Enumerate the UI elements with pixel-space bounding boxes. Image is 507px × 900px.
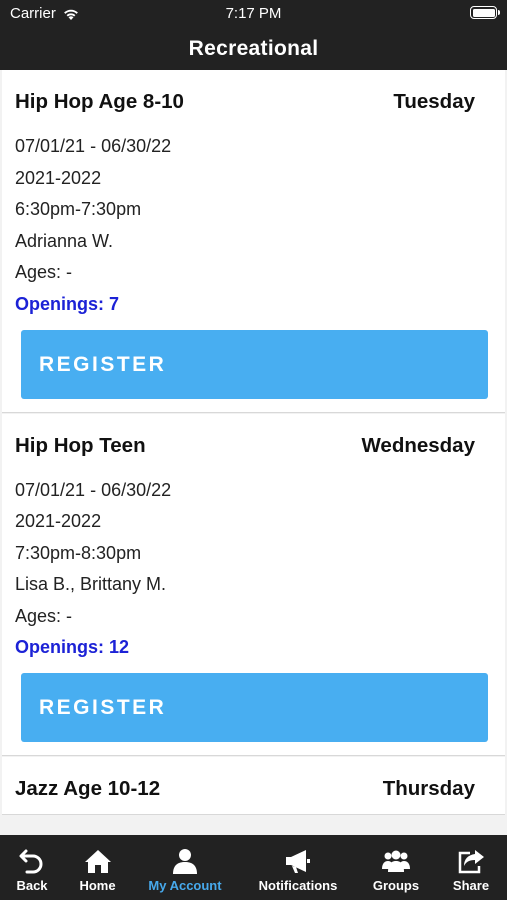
class-ages: Ages: - [15,605,73,626]
class-instructor: Adrianna W. [15,230,114,251]
tab-label: Share [452,878,490,893]
groups-icon [382,850,410,872]
tab-back[interactable]: Back [0,835,64,900]
tab-my-account[interactable]: My Account [131,835,239,900]
register-button[interactable]: REGISTER [21,329,488,399]
class-season: 2021-2022 [15,167,102,188]
class-dates: 07/01/21 - 06/30/22 [15,479,172,500]
class-day: Wednesday [361,433,475,457]
class-season: 2021-2022 [15,511,102,531]
class-day: Tuesday [393,90,475,113]
class-time: 6:30pm-7:30pm [15,199,142,219]
nav-bar: Recreational [0,28,507,70]
clock: 7:17 PM [225,5,282,22]
class-day: Thursday [382,777,475,800]
class-openings: Openings: 7 [15,293,120,314]
tab-notifications[interactable]: Notifications [239,835,357,900]
battery-icon [470,6,500,19]
class-card: Hip Hop Teen Wednesday 07/01/21 - 06/30/… [2,413,505,756]
tab-label: Home [79,878,116,893]
tab-home[interactable]: Home [64,835,131,900]
class-list[interactable]: Hip Hop Age 8-10 Tuesday 07/01/21 - 06/3… [0,70,507,835]
class-card: Hip Hop Age 8-10 Tuesday 07/01/21 - 06/3… [2,70,505,413]
tab-groups[interactable]: Groups [357,835,435,900]
class-title: Hip Hop Teen [15,433,146,457]
class-openings: Openings: 12 [15,637,130,657]
page-title: Recreational [188,37,319,60]
tab-label: My Account [148,878,222,893]
megaphone-icon [286,850,310,873]
back-icon [19,849,43,874]
class-card: Jazz Age 10-12 Thursday [2,757,505,815]
tab-label: Back [16,878,48,893]
class-title: Jazz Age 10-12 [15,777,161,800]
tab-label: Notifications [258,878,338,893]
class-dates: 07/01/21 - 06/30/22 [15,136,172,156]
tab-bar: Back Home My Account Notifications Group… [0,835,507,900]
account-icon [173,849,197,874]
status-bar: Carrier 7:17 PM [0,0,507,28]
tab-label: Groups [372,878,420,893]
class-time: 7:30pm-8:30pm [15,542,142,563]
share-icon [458,850,484,874]
class-ages: Ages: - [15,262,73,282]
class-instructor: Lisa B., Brittany M. [15,574,167,594]
home-icon [84,850,111,873]
tab-share[interactable]: Share [435,835,507,900]
register-button[interactable]: REGISTER [21,673,488,742]
class-title: Hip Hop Age 8-10 [15,90,184,113]
